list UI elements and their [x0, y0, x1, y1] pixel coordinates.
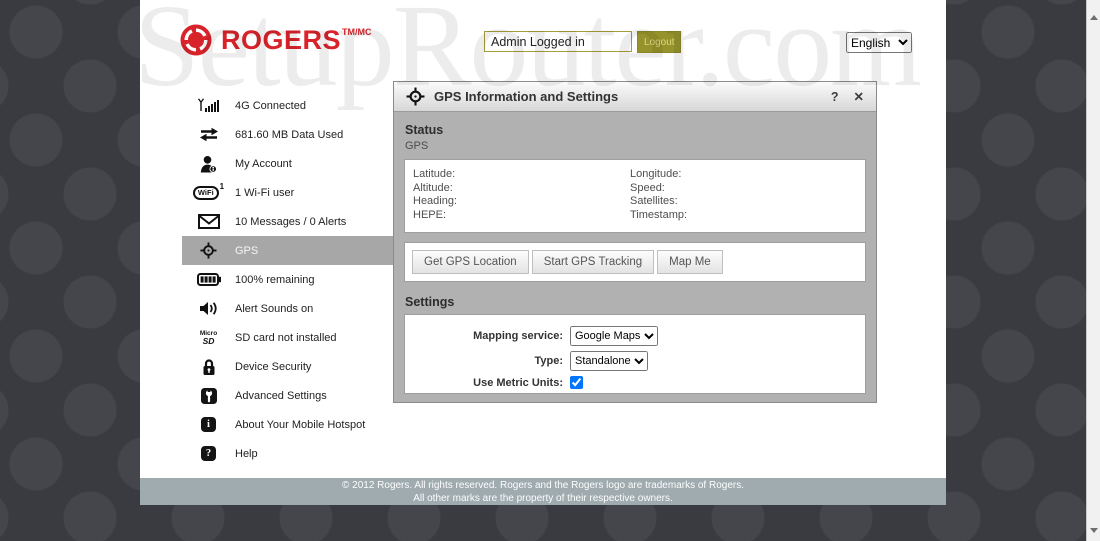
scrollbar[interactable]	[1086, 0, 1100, 541]
sidebar-item-connection[interactable]: 4G Connected	[182, 91, 393, 120]
mapping-service-select[interactable]: Google Maps	[570, 326, 658, 346]
sidebar-item-label: 4G Connected	[235, 99, 306, 112]
lock-icon	[195, 358, 222, 376]
status-column-right: Longitude: Speed: Satellites: Timestamp:	[630, 168, 865, 232]
account-icon	[195, 155, 222, 173]
sidebar-item-device-security[interactable]: Device Security	[182, 352, 393, 381]
metric-units-row: Use Metric Units:	[405, 376, 865, 389]
sidebar-item-my-account[interactable]: My Account	[182, 149, 393, 178]
status-subheading: GPS	[405, 140, 429, 152]
microsd-icon: Micro SD	[199, 330, 218, 346]
sidebar-item-gps[interactable]: GPS	[182, 236, 393, 265]
status-field: Altitude:	[413, 181, 453, 194]
sidebar-item-label: Alert Sounds on	[235, 302, 314, 315]
status-field: Timestamp:	[630, 208, 688, 221]
speaker-icon	[195, 301, 222, 316]
rogers-logo: ROGERS TM/MC	[178, 22, 372, 58]
gps-panel-body: Status GPS Latitude: Altitude: Heading: …	[394, 112, 876, 400]
footer: © 2012 Rogers. All rights reserved. Roge…	[140, 478, 946, 505]
sidebar-item-advanced-settings[interactable]: Advanced Settings	[182, 381, 393, 410]
sidebar-item-label: 100% remaining	[235, 273, 315, 286]
status-heading: Status	[405, 123, 444, 137]
status-field: HEPE:	[413, 208, 447, 221]
sidebar-item-wifi-users[interactable]: WiFi 1 1 Wi-Fi user	[182, 178, 393, 207]
sidebar-item-messages[interactable]: 10 Messages / 0 Alerts	[182, 207, 393, 236]
status-field: Longitude:	[630, 168, 682, 180]
page-background: ROGERS TM/MC Logout English	[0, 0, 1100, 541]
data-usage-icon	[195, 127, 222, 142]
type-row: Type: Standalone	[405, 351, 865, 371]
sidebar-item-sd-card[interactable]: Micro SD SD card not installed	[182, 323, 393, 352]
status-column-left: Latitude: Altitude: Heading: HEPE:	[413, 168, 630, 232]
status-field: Latitude:	[413, 168, 456, 180]
rogers-logo-icon	[180, 24, 212, 56]
status-field: Satellites:	[630, 195, 678, 207]
gps-settings-box: Mapping service: Google Maps Type: Stand…	[404, 314, 866, 394]
wifi-icon: WiFi 1	[192, 182, 224, 200]
panel-title: GPS Information and Settings	[434, 89, 619, 104]
sidebar-item-label: Device Security	[235, 360, 312, 373]
sidebar-item-label: Help	[235, 447, 258, 460]
status-field: Heading:	[413, 195, 458, 207]
sidebar-item-label: My Account	[235, 157, 292, 170]
battery-icon	[195, 273, 222, 286]
brand-trademark: TM/MC	[342, 27, 372, 37]
login-status-field[interactable]	[484, 31, 632, 52]
help-icon: ?	[195, 446, 222, 461]
scroll-down-arrow-icon[interactable]	[1090, 528, 1098, 533]
sidebar-item-label: 681.60 MB Data Used	[235, 128, 344, 141]
mapping-service-row: Mapping service: Google Maps	[405, 326, 865, 346]
sidebar-item-label: 10 Messages / 0 Alerts	[235, 215, 347, 228]
sidebar-item-alert-sounds[interactable]: Alert Sounds on	[182, 294, 393, 323]
info-icon: i	[195, 417, 222, 432]
sidebar: 4G Connected 681.60 MB Data Used My Acco…	[182, 91, 393, 468]
sidebar-item-about[interactable]: i About Your Mobile Hotspot	[182, 410, 393, 439]
type-label: Type:	[534, 355, 563, 367]
mapping-service-label: Mapping service:	[473, 330, 563, 342]
gps-crosshair-icon	[406, 87, 425, 106]
gps-panel-header: GPS Information and Settings ? ✕	[394, 82, 876, 112]
language-select[interactable]: English	[846, 32, 912, 53]
footer-line2: All other marks are the property of thei…	[413, 492, 673, 504]
signal-icon	[195, 98, 222, 113]
wrench-icon	[195, 387, 222, 404]
sidebar-item-battery[interactable]: 100% remaining	[182, 265, 393, 294]
sidebar-item-label: About Your Mobile Hotspot	[235, 418, 366, 431]
metric-units-checkbox[interactable]	[570, 376, 583, 389]
sidebar-item-label: GPS	[235, 244, 259, 257]
gps-panel: GPS Information and Settings ? ✕ Status …	[393, 81, 877, 403]
panel-help-button[interactable]: ?	[831, 90, 839, 104]
gps-status-box: Latitude: Altitude: Heading: HEPE: Longi…	[404, 159, 866, 233]
scroll-up-arrow-icon[interactable]	[1090, 15, 1098, 20]
sidebar-item-help[interactable]: ? Help	[182, 439, 393, 468]
footer-line1: © 2012 Rogers. All rights reserved. Roge…	[341, 480, 744, 491]
sidebar-item-label: Advanced Settings	[235, 389, 327, 402]
messages-icon	[195, 214, 222, 229]
metric-units-label: Use Metric Units:	[473, 376, 563, 389]
type-select[interactable]: Standalone	[570, 351, 648, 371]
map-me-button[interactable]: Map Me	[657, 250, 723, 274]
status-field: Speed:	[630, 181, 665, 194]
brand-name: ROGERS	[221, 25, 342, 55]
panel-close-button[interactable]: ✕	[854, 89, 864, 104]
settings-heading: Settings	[405, 295, 455, 309]
sidebar-item-label: SD card not installed	[235, 331, 337, 344]
get-gps-location-button[interactable]: Get GPS Location	[412, 250, 529, 274]
gps-actions-box: Get GPS Location Start GPS Tracking Map …	[404, 242, 866, 282]
gps-icon	[195, 242, 222, 259]
start-gps-tracking-button[interactable]: Start GPS Tracking	[531, 250, 655, 274]
sidebar-item-label: 1 Wi-Fi user	[235, 186, 295, 199]
sidebar-item-data-usage[interactable]: 681.60 MB Data Used	[182, 120, 393, 149]
logout-button[interactable]: Logout	[637, 31, 681, 53]
